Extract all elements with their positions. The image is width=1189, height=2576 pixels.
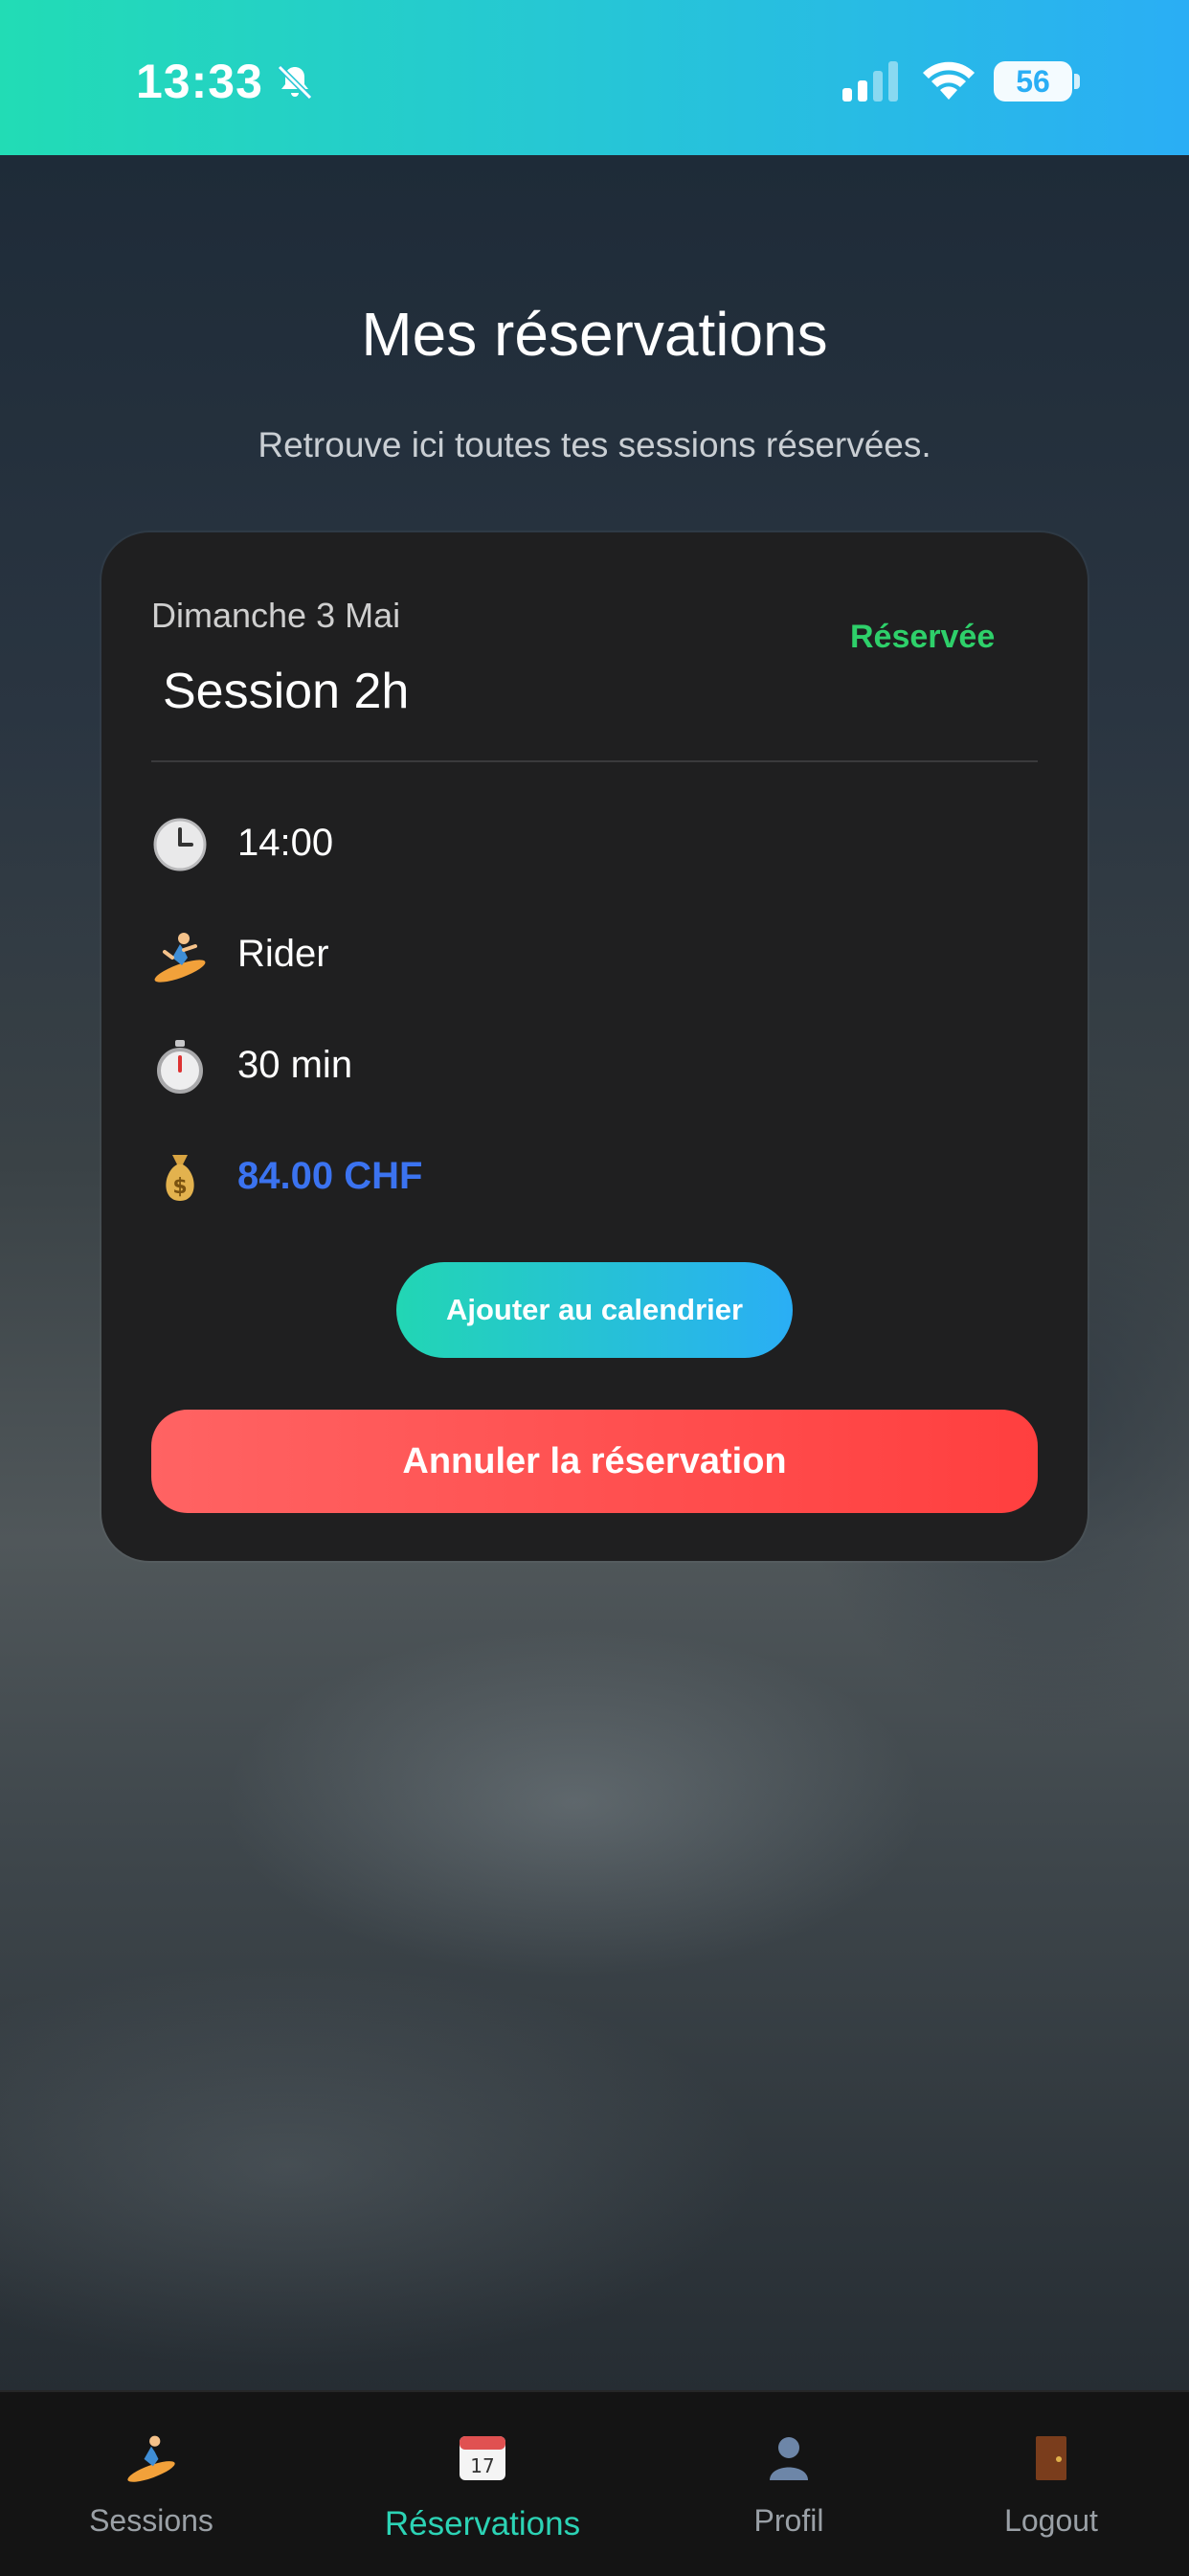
reservation-date: Dimanche 3 Mai [151, 596, 401, 635]
page-subtitle: Retrouve ici toutes tes sessions réservé… [258, 425, 931, 464]
divider [151, 760, 1038, 762]
time-row: 14:00 [151, 816, 1013, 873]
calendar-icon: 17 [460, 2436, 505, 2480]
reservation-price: 84.00 CHF [237, 1155, 423, 1197]
user-icon [770, 2437, 808, 2480]
battery-indicator: 56 [994, 61, 1072, 102]
tab-sessions[interactable]: Sessions [56, 2392, 247, 2576]
tab-label: Sessions [89, 2503, 213, 2538]
bottom-tab-bar: Sessions 17 Réservations Profil Logout [0, 2390, 1189, 2576]
reservation-time: 14:00 [237, 822, 334, 864]
reservation-duration: 30 min [237, 1044, 353, 1086]
tab-reservations[interactable]: 17 Réservations [368, 2392, 597, 2576]
session-name: Session 2h [163, 664, 410, 719]
add-to-calendar-button[interactable]: Ajouter au calendrier [396, 1262, 793, 1358]
tab-label: Profil [753, 2503, 824, 2538]
status-bar: 13:33 56 [0, 0, 1189, 155]
battery-cap [1074, 74, 1080, 89]
role-row: Rider [151, 927, 1013, 984]
surfer-icon [127, 2435, 175, 2482]
tab-label: Logout [1004, 2503, 1098, 2538]
door-icon [1036, 2436, 1066, 2480]
stopwatch-icon [157, 1040, 203, 1094]
clock-icon [153, 818, 207, 871]
wifi-icon [923, 61, 975, 100]
svg-text:17: 17 [470, 2454, 494, 2477]
surfer-icon [154, 933, 206, 983]
svg-text:$: $ [172, 1175, 187, 1199]
status-badge: Réservée [850, 619, 996, 655]
price-row: $ 84.00 CHF [151, 1149, 1013, 1207]
tab-label: Réservations [384, 2505, 581, 2542]
page-title: Mes réservations [361, 300, 828, 369]
cellular-signal-icon [842, 61, 898, 102]
status-time: 13:33 [136, 55, 263, 108]
tab-logout[interactable]: Logout [955, 2392, 1147, 2576]
money-bag-icon: $ [166, 1155, 194, 1201]
duration-row: 30 min [151, 1038, 1013, 1096]
bell-muted-icon [277, 64, 313, 101]
reservation-role: Rider [237, 933, 329, 975]
tab-profil[interactable]: Profil [693, 2392, 885, 2576]
reservation-card: Dimanche 3 Mai Réservée Session 2h 14:00… [101, 532, 1088, 1561]
cancel-reservation-button[interactable]: Annuler la réservation [151, 1410, 1038, 1513]
